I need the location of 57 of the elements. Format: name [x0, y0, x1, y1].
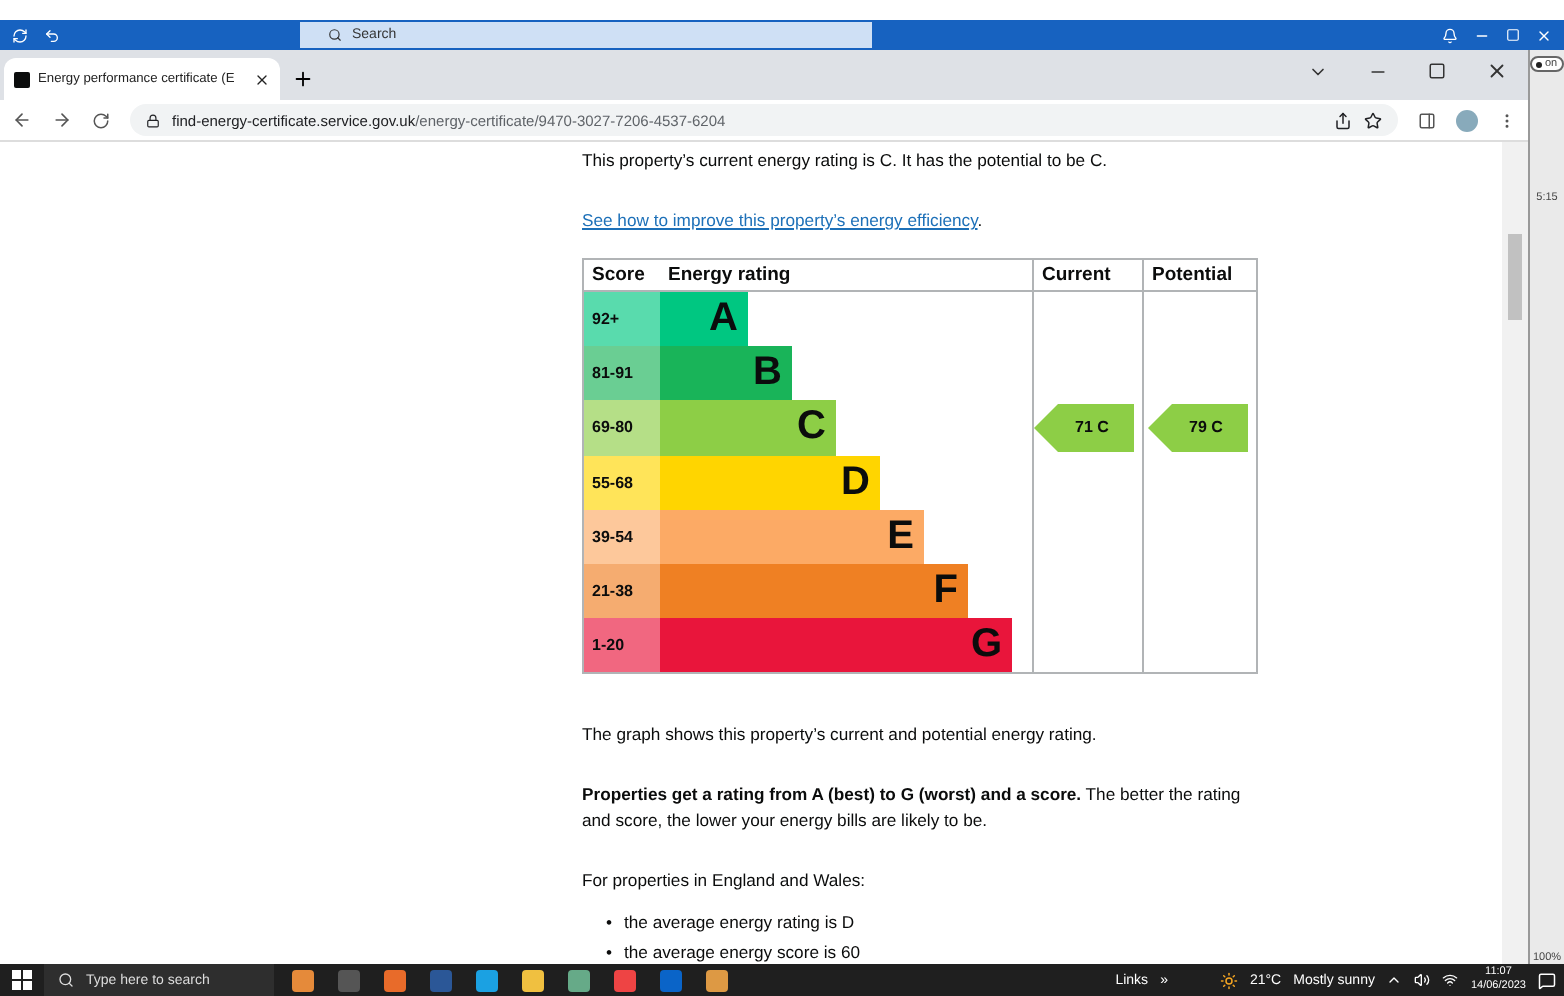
rating-bar: E [660, 509, 924, 564]
graph-note: The graph shows this property’s current and potential energy rating. [582, 722, 1099, 749]
score-band: 92+ [584, 292, 660, 347]
maximize-icon[interactable] [1428, 62, 1447, 80]
back-icon[interactable] [12, 110, 32, 130]
forward-icon[interactable] [52, 110, 72, 130]
rating-bar: F [660, 563, 968, 619]
regions-note: For properties in England and Wales: [582, 868, 868, 895]
improve-link[interactable]: See how to improve this property’s energy efficiency [582, 210, 978, 230]
bullet-marker: • [606, 910, 613, 937]
chevron-icon[interactable] [1386, 972, 1403, 988]
score-band: 21-38 [584, 563, 660, 619]
score-band: 69-80 [584, 400, 660, 456]
app-icon[interactable] [292, 969, 314, 991]
rating-summary: This property’s current energy rating is C. It has the potential to be C. [582, 148, 1110, 174]
score-band: 81-91 [584, 346, 660, 401]
share-icon[interactable] [1334, 111, 1353, 129]
refresh-icon[interactable] [12, 27, 28, 43]
sun-icon[interactable] [1219, 971, 1238, 989]
rating-bar: D [660, 455, 880, 510]
app-icon[interactable] [522, 969, 544, 991]
speaker-icon[interactable] [1414, 972, 1431, 988]
site-icon [14, 71, 30, 87]
notification-icon[interactable] [1538, 971, 1556, 989]
bullet-text: the average energy rating is D [624, 910, 855, 937]
scrollbar[interactable] [1502, 142, 1529, 964]
column-header: Current [1032, 260, 1142, 292]
rating-bar: B [660, 346, 792, 401]
start-icon[interactable] [12, 970, 32, 990]
score-band: 39-54 [584, 509, 660, 564]
column-header: Potential [1142, 260, 1256, 292]
score-band: 55-68 [584, 455, 660, 510]
app-icon[interactable] [706, 969, 728, 991]
rating-bar: C [660, 400, 836, 456]
search-icon [58, 972, 74, 988]
score-band: 1-20 [584, 618, 660, 673]
bullet-marker: • [606, 940, 613, 964]
undo-icon[interactable] [44, 27, 60, 43]
reload-icon[interactable] [92, 111, 110, 129]
full-stop: . [977, 210, 983, 230]
search-icon [328, 28, 342, 42]
rating-note: Properties get a rating from A (best) to G (worst) and a score. The better the rating and score, the lower your energy bills are likely to be. [582, 782, 1243, 835]
app-icon[interactable] [384, 969, 406, 991]
lock-icon [146, 113, 160, 127]
new-tab-icon[interactable] [292, 68, 314, 90]
app-icon[interactable] [568, 969, 590, 991]
close-icon[interactable] [1486, 60, 1509, 82]
bookmark-icon[interactable] [1364, 111, 1383, 129]
rating-bar: G [660, 618, 1012, 673]
close-icon[interactable] [254, 71, 270, 87]
rating-bar: A [660, 292, 748, 347]
app-icon[interactable] [614, 969, 636, 991]
bullet-text: the average energy score is 60 [624, 940, 861, 964]
app-icon[interactable] [476, 969, 498, 991]
network-icon[interactable] [1442, 972, 1459, 988]
side-panel-icon[interactable] [1418, 111, 1437, 129]
bell-icon[interactable] [1442, 27, 1458, 43]
